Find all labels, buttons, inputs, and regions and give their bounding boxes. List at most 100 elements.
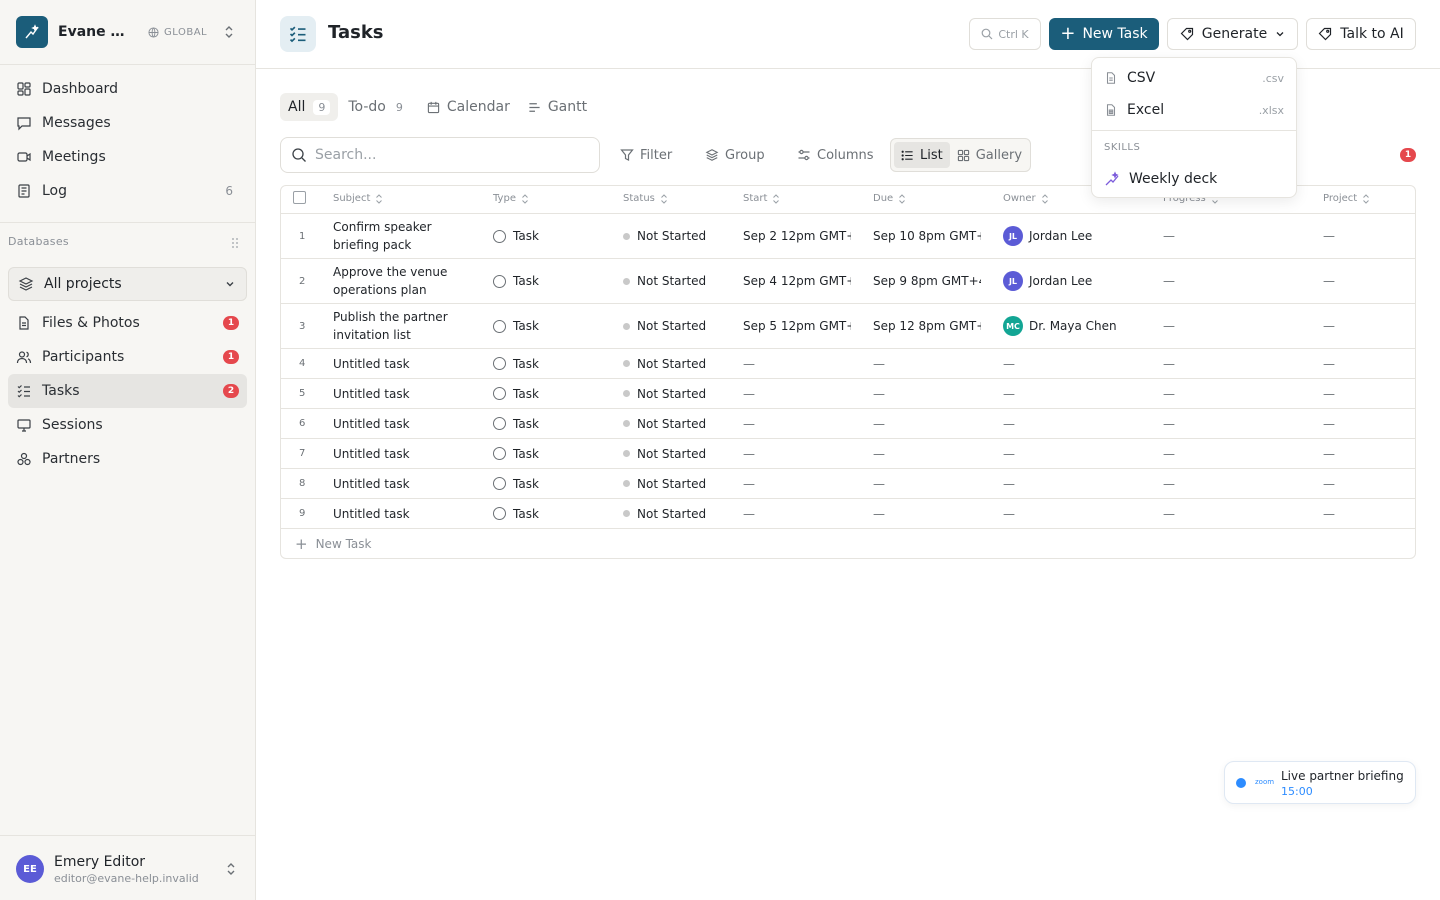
status-badge[interactable]: Not Started bbox=[623, 304, 706, 348]
task-type[interactable]: Task bbox=[493, 379, 539, 408]
column-header-type[interactable]: Type bbox=[493, 193, 529, 204]
command-search-button[interactable]: Ctrl K bbox=[969, 18, 1041, 50]
start-date[interactable]: Sep 2 12pm GMT+4 bbox=[743, 214, 851, 258]
task-subject[interactable]: Approve the venue operations plan bbox=[333, 259, 463, 303]
status-badge[interactable]: Not Started bbox=[623, 469, 706, 498]
search-box[interactable] bbox=[280, 137, 600, 173]
add-task-row[interactable]: + New Task bbox=[281, 528, 1415, 558]
start-date[interactable]: Sep 5 12pm GMT+4 bbox=[743, 304, 851, 348]
nav-item-messages[interactable]: Messages bbox=[8, 106, 247, 140]
nav-item-log[interactable]: Log 6 bbox=[8, 174, 247, 208]
owner-cell[interactable]: — bbox=[1003, 379, 1015, 408]
progress-cell[interactable]: — bbox=[1163, 214, 1175, 258]
due-date[interactable]: — bbox=[873, 499, 981, 528]
nav-item-dashboard[interactable]: Dashboard bbox=[8, 72, 247, 106]
column-header-start[interactable]: Start bbox=[743, 193, 780, 204]
table-row[interactable]: 7 Untitled task Task Not Started — — — — — bbox=[281, 439, 1415, 469]
progress-cell[interactable]: — bbox=[1163, 439, 1175, 468]
owner-cell[interactable]: — bbox=[1003, 499, 1015, 528]
columns-button[interactable]: Columns bbox=[797, 143, 874, 167]
progress-cell[interactable]: — bbox=[1163, 469, 1175, 498]
list-view-button[interactable]: List bbox=[894, 142, 950, 168]
drag-handle-icon[interactable] bbox=[231, 237, 239, 249]
start-date[interactable]: — bbox=[743, 469, 851, 498]
start-date[interactable]: — bbox=[743, 409, 851, 438]
tab-todo[interactable]: To-do 9 bbox=[340, 93, 411, 121]
chevron-updown-icon[interactable] bbox=[224, 861, 238, 877]
table-row[interactable]: 2 Approve the venue operations plan Task No… bbox=[281, 259, 1415, 304]
project-cell[interactable]: — bbox=[1323, 409, 1335, 438]
chevron-updown-icon[interactable] bbox=[222, 24, 236, 40]
progress-cell[interactable]: — bbox=[1163, 349, 1175, 378]
table-row[interactable]: 1 Confirm speaker briefing pack Task Not St… bbox=[281, 214, 1415, 259]
talk-to-ai-button[interactable]: Talk to AI bbox=[1306, 18, 1416, 50]
task-type[interactable]: Task bbox=[493, 214, 539, 258]
project-cell[interactable]: — bbox=[1323, 214, 1335, 258]
tab-calendar[interactable]: Calendar bbox=[419, 93, 518, 121]
column-header-subject[interactable]: Subject bbox=[333, 193, 383, 204]
workspace-switcher[interactable]: Evane Help GLOBAL bbox=[16, 16, 240, 48]
column-header-project[interactable]: Project bbox=[1323, 193, 1370, 204]
task-type[interactable]: Task bbox=[493, 304, 539, 348]
task-subject[interactable]: Untitled task bbox=[333, 499, 463, 528]
owner-cell[interactable]: JL Jordan Lee bbox=[1003, 214, 1092, 258]
status-badge[interactable]: Not Started bbox=[623, 259, 706, 303]
new-task-button[interactable]: + New Task bbox=[1049, 18, 1159, 50]
column-header-status[interactable]: Status bbox=[623, 193, 668, 204]
task-subject[interactable]: Untitled task bbox=[333, 409, 463, 438]
nav-item-sessions[interactable]: Sessions bbox=[8, 408, 247, 442]
notification-badge[interactable]: 1 bbox=[1400, 148, 1416, 162]
progress-cell[interactable]: — bbox=[1163, 499, 1175, 528]
nav-item-meetings[interactable]: Meetings bbox=[8, 140, 247, 174]
tab-all[interactable]: All 9 bbox=[280, 93, 339, 121]
owner-cell[interactable]: MC Dr. Maya Chen bbox=[1003, 304, 1117, 348]
project-cell[interactable]: — bbox=[1323, 499, 1335, 528]
start-date[interactable]: — bbox=[743, 379, 851, 408]
column-header-due[interactable]: Due bbox=[873, 193, 906, 204]
owner-cell[interactable]: JL Jordan Lee bbox=[1003, 259, 1092, 303]
project-selector[interactable]: All projects bbox=[8, 267, 247, 301]
due-date[interactable]: Sep 10 8pm GMT+4 bbox=[873, 214, 981, 258]
tab-gantt[interactable]: Gantt bbox=[520, 93, 595, 121]
generate-button[interactable]: Generate bbox=[1167, 18, 1298, 50]
due-date[interactable]: — bbox=[873, 349, 981, 378]
progress-cell[interactable]: — bbox=[1163, 379, 1175, 408]
progress-cell[interactable]: — bbox=[1163, 259, 1175, 303]
owner-cell[interactable]: — bbox=[1003, 349, 1015, 378]
nav-item-partners[interactable]: Partners bbox=[8, 442, 247, 476]
due-date[interactable]: — bbox=[873, 439, 981, 468]
status-badge[interactable]: Not Started bbox=[623, 349, 706, 378]
task-type[interactable]: Task bbox=[493, 439, 539, 468]
project-cell[interactable]: — bbox=[1323, 259, 1335, 303]
task-subject[interactable]: Untitled task bbox=[333, 379, 463, 408]
column-header-owner[interactable]: Owner bbox=[1003, 193, 1049, 204]
owner-cell[interactable]: — bbox=[1003, 439, 1015, 468]
task-subject[interactable]: Untitled task bbox=[333, 439, 463, 468]
status-badge[interactable]: Not Started bbox=[623, 499, 706, 528]
owner-cell[interactable]: — bbox=[1003, 469, 1015, 498]
user-menu[interactable]: EE Emery Editor editor@evane-help.invali… bbox=[16, 852, 240, 886]
export-csv-item[interactable]: CSV .csv bbox=[1092, 64, 1296, 92]
table-row[interactable]: 6 Untitled task Task Not Started — — — — — bbox=[281, 409, 1415, 439]
table-row[interactable]: 4 Untitled task Task Not Started — — — — — bbox=[281, 349, 1415, 379]
task-type[interactable]: Task bbox=[493, 469, 539, 498]
task-type[interactable]: Task bbox=[493, 259, 539, 303]
project-cell[interactable]: — bbox=[1323, 439, 1335, 468]
nav-item-tasks[interactable]: Tasks 2 bbox=[8, 374, 247, 408]
task-subject[interactable]: Untitled task bbox=[333, 349, 463, 378]
progress-cell[interactable]: — bbox=[1163, 409, 1175, 438]
task-type[interactable]: Task bbox=[493, 409, 539, 438]
status-badge[interactable]: Not Started bbox=[623, 214, 706, 258]
due-date[interactable]: — bbox=[873, 469, 981, 498]
project-cell[interactable]: — bbox=[1323, 304, 1335, 348]
select-all-checkbox[interactable] bbox=[293, 191, 306, 204]
task-subject[interactable]: Untitled task bbox=[333, 469, 463, 498]
table-row[interactable]: 9 Untitled task Task Not Started — — — — — bbox=[281, 499, 1415, 529]
task-type[interactable]: Task bbox=[493, 499, 539, 528]
start-date[interactable]: — bbox=[743, 349, 851, 378]
weekly-deck-item[interactable]: Weekly deck bbox=[1092, 165, 1296, 193]
task-subject[interactable]: Publish the partner invitation list bbox=[333, 304, 463, 348]
table-row[interactable]: 8 Untitled task Task Not Started — — — — — bbox=[281, 469, 1415, 499]
table-row[interactable]: 3 Publish the partner invitation list Task… bbox=[281, 304, 1415, 349]
search-input[interactable] bbox=[315, 147, 585, 163]
